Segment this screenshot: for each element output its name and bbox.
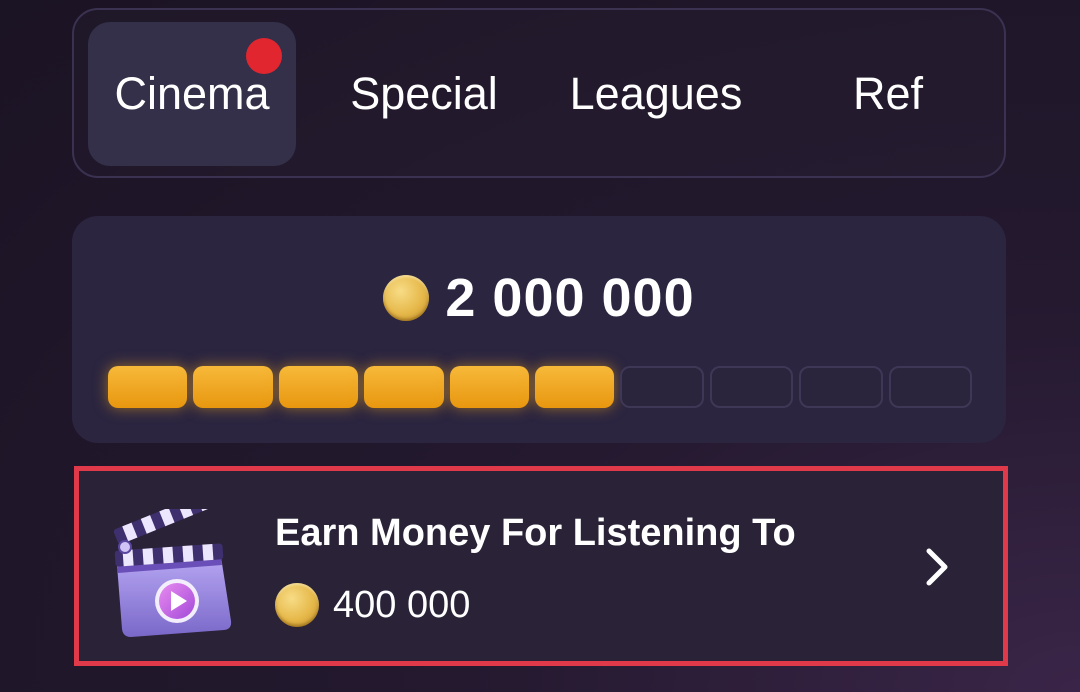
tab-label: Special bbox=[350, 68, 498, 119]
task-title: Earn Money For Listening To M bbox=[275, 512, 795, 554]
progress-segment-filled bbox=[364, 366, 444, 408]
progress-segment-filled bbox=[108, 366, 188, 408]
task-reward-amount: 400 000 bbox=[333, 584, 471, 626]
progress-segment-empty bbox=[888, 366, 973, 408]
reward-amount: 2 000 000 bbox=[445, 268, 695, 328]
progress-bar bbox=[108, 366, 973, 408]
reward-card: 2 000 000 bbox=[72, 216, 1006, 443]
tab-label: Leagues bbox=[569, 68, 743, 119]
progress-segment-filled bbox=[535, 366, 615, 408]
task-item[interactable]: Earn Money For Listening To M 400 000 bbox=[74, 466, 1008, 666]
notification-dot bbox=[246, 38, 282, 74]
clapperboard-icon bbox=[113, 509, 232, 637]
progress-segment-filled bbox=[449, 366, 530, 408]
progress-segment-empty bbox=[620, 366, 704, 408]
task-reward: 400 000 bbox=[275, 581, 470, 629]
coin-icon bbox=[275, 583, 319, 627]
tab-leagues[interactable]: Leagues bbox=[552, 22, 760, 166]
chevron-right-icon[interactable] bbox=[919, 545, 955, 589]
tab-label: Ref bbox=[852, 68, 924, 119]
tab-ref[interactable]: Ref bbox=[784, 22, 992, 166]
tab-bar: Cinema Special Leagues Ref bbox=[72, 8, 1006, 178]
tab-special[interactable]: Special bbox=[320, 22, 528, 166]
tab-label: Cinema bbox=[114, 68, 270, 119]
coin-icon bbox=[383, 275, 430, 321]
progress-segment-filled bbox=[193, 366, 273, 408]
progress-segment-empty bbox=[709, 366, 794, 408]
progress-segment-filled bbox=[278, 366, 359, 408]
tab-cinema[interactable]: Cinema bbox=[88, 22, 296, 166]
reward-amount-row: 2 000 000 bbox=[72, 268, 1006, 328]
progress-segment-empty bbox=[799, 366, 883, 408]
